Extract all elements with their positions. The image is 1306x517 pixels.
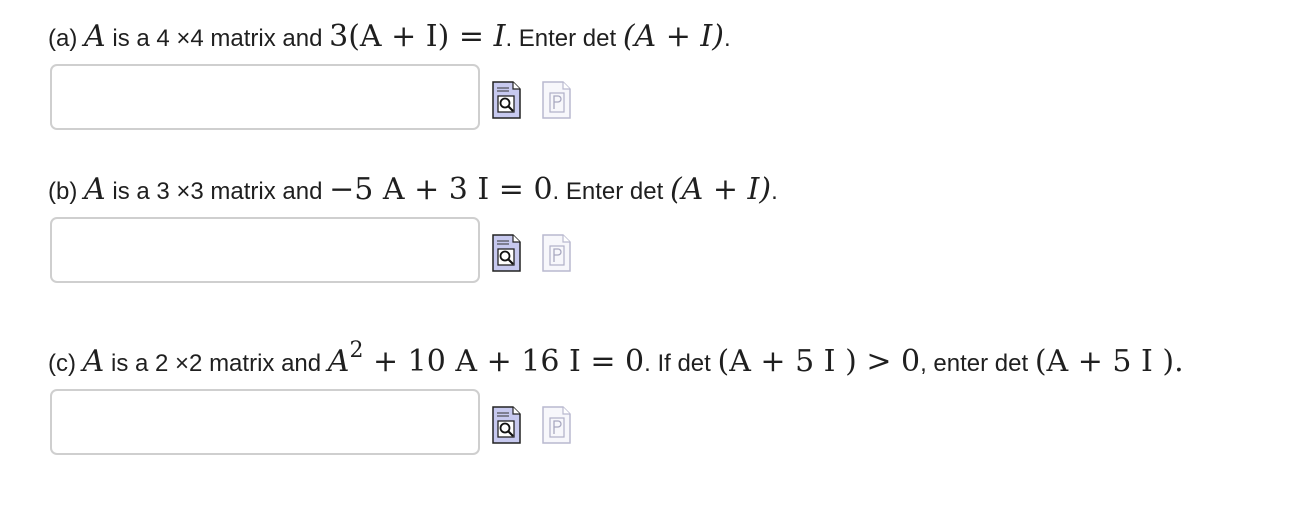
problem-a-det-expression: (A + I) (622, 19, 724, 54)
problem-a-enter-text: . Enter det (505, 25, 623, 52)
problem-b-equation: −5 A + 3 I = 0 (329, 172, 553, 207)
preview-answer-icon[interactable] (492, 234, 521, 272)
problem-c-text-2: ×2 matrix and (175, 350, 328, 377)
problem-b: (b) A is a 3 ×3 matrix and −5 A + 3 I = … (48, 173, 1288, 287)
problem-c-equation: + 10 A + 16 I = 0 (363, 344, 645, 379)
matrix-symbol: A (84, 172, 106, 207)
problem-a-text-2: ×4 matrix and (176, 25, 330, 52)
problem-c-if-text: . If det (644, 350, 718, 377)
problem-c-equation-base: A (327, 344, 350, 379)
pdf-document-icon[interactable] (542, 81, 571, 119)
answer-input-b[interactable] (50, 217, 480, 283)
pdf-document-icon[interactable] (542, 234, 571, 272)
problem-b-text: is a 3 (105, 178, 177, 205)
problem-b-enter-text: . Enter det (552, 178, 670, 205)
problem-b-period: . (771, 178, 778, 205)
preview-answer-icon[interactable] (492, 81, 521, 119)
identity-symbol: I (493, 19, 506, 54)
problem-c-det-expression: (A + 5 I ). (1034, 344, 1184, 379)
problem-c-text: is a 2 (104, 350, 176, 377)
problem-a-question: (a) A is a 4 ×4 matrix and 3(A + I) = I.… (48, 20, 1288, 56)
problem-b-label: (b) (48, 178, 78, 205)
problem-a: (a) A is a 4 ×4 matrix and 3(A + I) = I.… (48, 20, 1288, 134)
problem-a-label: (a) (48, 25, 78, 52)
problem-b-text-2: ×3 matrix and (176, 178, 330, 205)
problem-c-answer-row (48, 389, 1288, 459)
pdf-document-icon[interactable] (542, 406, 571, 444)
problem-c: (c) A is a 2 ×2 matrix and A2 + 10 A + 1… (48, 334, 1288, 459)
problem-a-period: . (723, 25, 731, 52)
problem-c-label: (c) (48, 350, 76, 377)
problem-b-answer-row (48, 217, 1288, 287)
problem-a-answer-row (48, 64, 1288, 134)
matrix-symbol: A (82, 344, 105, 379)
answer-input-a[interactable] (50, 64, 480, 130)
problem-c-enter-text: , enter det (920, 350, 1035, 377)
matrix-symbol: A (84, 19, 106, 54)
problem-a-text: is a 4 (105, 25, 177, 52)
problem-a-equation: 3(A + I) = (329, 19, 494, 54)
preview-answer-icon[interactable] (492, 406, 521, 444)
problem-c-exponent: 2 (349, 338, 364, 363)
answer-input-c[interactable] (50, 389, 480, 455)
problem-c-question: (c) A is a 2 ×2 matrix and A2 + 10 A + 1… (48, 334, 1288, 381)
problem-b-det-expression: (A + I) (669, 172, 772, 207)
problem-c-condition: (A + 5 I ) > 0 (717, 344, 921, 379)
problem-b-question: (b) A is a 3 ×3 matrix and −5 A + 3 I = … (48, 173, 1288, 209)
